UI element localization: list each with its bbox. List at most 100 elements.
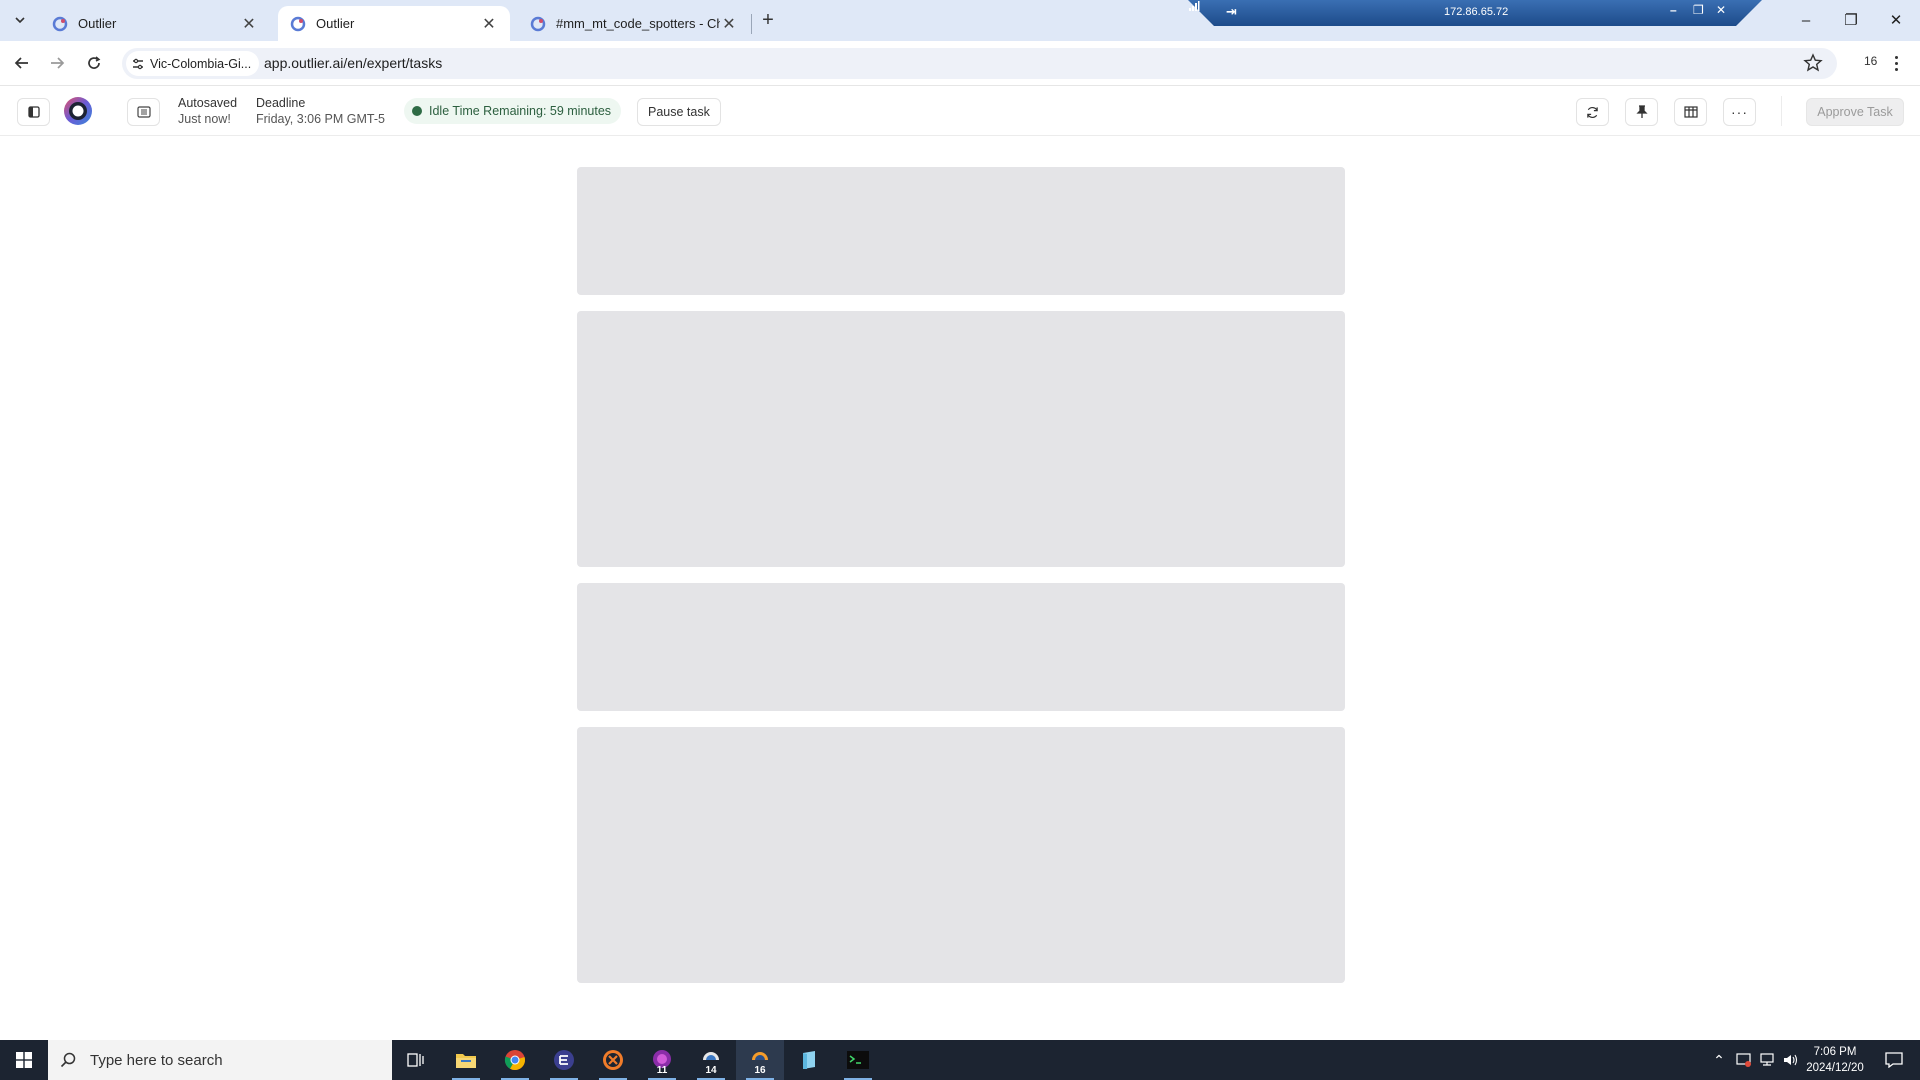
outlier-favicon-icon <box>52 16 68 31</box>
tab-title: Outlier <box>78 16 117 31</box>
volume-icon <box>1784 1054 1798 1066</box>
tray-network-icon[interactable] <box>1756 1040 1778 1080</box>
remote-ip: 172.86.65.72 <box>1444 6 1509 18</box>
status-dot-icon <box>412 106 422 116</box>
loading-skeleton-block <box>577 583 1345 711</box>
app-taskbar-button[interactable] <box>589 1040 637 1080</box>
eclipse-icon <box>554 1050 574 1070</box>
close-icon[interactable]: ✕ <box>1716 3 1726 17</box>
browser-tab-2[interactable]: Outlier ✕ <box>278 6 510 41</box>
chrome-icon <box>504 1050 525 1071</box>
window-minimize-button[interactable]: – <box>1786 6 1826 34</box>
columns-icon <box>1683 106 1698 118</box>
header-divider <box>1781 96 1782 126</box>
browser-tab-1[interactable]: Outlier ✕ <box>40 6 270 41</box>
address-bar[interactable]: Vic-Colombia-Gi... app.outlier.ai/en/exp… <box>122 48 1837 79</box>
taskbar-clock[interactable]: 7:06 PM 2024/12/20 <box>1800 1044 1870 1076</box>
sidebar-toggle-button[interactable] <box>17 98 50 126</box>
pause-task-button[interactable]: Pause task <box>637 98 721 126</box>
clock-date: 2024/12/20 <box>1806 1062 1864 1074</box>
refresh-icon <box>1587 106 1598 118</box>
loading-skeleton-block <box>577 727 1345 983</box>
extension-count[interactable]: 16 <box>1864 54 1877 68</box>
chevron-up-icon: ⌃ <box>1713 1051 1725 1068</box>
autosave-status: Autosaved Just now! <box>178 95 237 127</box>
pin-icon <box>1635 105 1648 118</box>
tab-search-button[interactable] <box>8 8 32 32</box>
document-panel-icon <box>136 106 151 118</box>
close-icon[interactable]: ✕ <box>240 15 258 33</box>
approve-task-button[interactable]: Approve Task <box>1806 98 1904 126</box>
close-icon[interactable]: ✕ <box>720 15 738 33</box>
chrome-taskbar-button[interactable] <box>491 1040 539 1080</box>
app-taskbar-button[interactable]: 11 <box>638 1040 686 1080</box>
restore-icon[interactable]: ❐ <box>1693 3 1704 17</box>
url-text[interactable]: app.outlier.ai/en/expert/tasks <box>264 55 442 71</box>
task-header: Autosaved Just now! Deadline Friday, 3:0… <box>0 86 1920 136</box>
app-taskbar-button[interactable]: 16 <box>736 1040 784 1080</box>
app-taskbar-button[interactable] <box>540 1040 588 1080</box>
tune-icon <box>133 58 143 69</box>
task-view-icon <box>407 1053 424 1067</box>
task-view-button[interactable] <box>392 1040 440 1080</box>
outlier-logo-icon[interactable] <box>62 95 94 127</box>
arrow-right-icon <box>51 57 65 69</box>
tab-separator <box>751 14 752 34</box>
search-placeholder: Type here to search <box>90 1051 223 1069</box>
refresh-button[interactable] <box>1576 98 1609 126</box>
browser-tab-strip: Outlier ✕ Outlier ✕ #mm_mt_code_spotters… <box>0 0 1920 41</box>
remote-desktop-bar: ⇥ 172.86.65.72 – ❐ ✕ <box>1188 0 1762 26</box>
loading-skeleton-block <box>577 311 1345 567</box>
show-hidden-icons-button[interactable]: ⌃ <box>1708 1040 1730 1080</box>
loading-skeleton-block <box>577 167 1345 295</box>
site-info-chip[interactable]: Vic-Colombia-Gi... <box>126 51 260 76</box>
close-icon: ✕ <box>1889 12 1903 29</box>
start-button[interactable] <box>0 1040 48 1080</box>
minimize-icon: – <box>1801 11 1811 29</box>
window-close-button[interactable]: ✕ <box>1876 6 1916 34</box>
outlier-favicon-icon <box>290 16 306 31</box>
file-explorer-taskbar-button[interactable] <box>442 1040 490 1080</box>
star-icon[interactable] <box>1803 53 1823 73</box>
columns-button[interactable] <box>1674 98 1707 126</box>
window-restore-button[interactable]: ❐ <box>1831 6 1871 34</box>
browser-toolbar: Vic-Colombia-Gi... app.outlier.ai/en/exp… <box>0 41 1920 86</box>
browser-menu-icon[interactable] <box>1890 51 1902 75</box>
tab-title: Outlier <box>316 16 355 31</box>
minimize-icon[interactable]: – <box>1670 3 1677 17</box>
tray-security-icon[interactable] <box>1733 1040 1755 1080</box>
taskbar-search-box[interactable]: Type here to search <box>48 1040 392 1080</box>
plus-icon: + <box>762 8 774 31</box>
close-icon[interactable]: ✕ <box>480 15 498 33</box>
tray-volume-icon[interactable] <box>1779 1040 1801 1080</box>
windows-taskbar: Type here to search 11 14 16 ⌃ 7:06 PM 2… <box>0 1040 1920 1080</box>
site-chip-label: Vic-Colombia-Gi... <box>150 56 252 71</box>
browser-tab-3[interactable]: #mm_mt_code_spotters - Chat ✕ <box>518 6 750 41</box>
reload-button[interactable] <box>80 49 108 77</box>
xampp-icon <box>603 1050 623 1070</box>
clock-time: 7:06 PM <box>1813 1046 1857 1058</box>
deadline-info: Deadline Friday, 3:06 PM GMT-5 <box>256 95 385 127</box>
notification-icon <box>1885 1052 1903 1068</box>
tab-title: #mm_mt_code_spotters - Chat <box>556 16 720 31</box>
pin-button[interactable] <box>1625 98 1658 126</box>
search-icon <box>60 1052 76 1068</box>
forward-button[interactable] <box>43 49 71 77</box>
terminal-taskbar-button[interactable] <box>834 1040 882 1080</box>
idle-time-text: Idle Time Remaining: 59 minutes <box>429 104 612 118</box>
network-icon <box>1760 1053 1774 1066</box>
app-taskbar-button[interactable]: 14 <box>687 1040 735 1080</box>
more-options-button[interactable]: ··· <box>1723 98 1756 126</box>
deadline-value: Friday, 3:06 PM GMT-5 <box>256 112 385 126</box>
new-tab-button[interactable]: + <box>756 8 780 32</box>
more-icon: ··· <box>1731 104 1748 120</box>
pin-icon[interactable]: ⇥ <box>1226 4 1237 20</box>
taskbar-badge: 14 <box>705 1065 717 1076</box>
windows-logo-icon <box>16 1052 32 1068</box>
back-button[interactable] <box>8 49 36 77</box>
app-taskbar-button[interactable] <box>785 1040 833 1080</box>
notification-center-button[interactable] <box>1874 1040 1914 1080</box>
arrow-left-icon <box>14 57 28 69</box>
document-panel-button[interactable] <box>127 98 160 126</box>
security-center-icon <box>1736 1053 1751 1067</box>
